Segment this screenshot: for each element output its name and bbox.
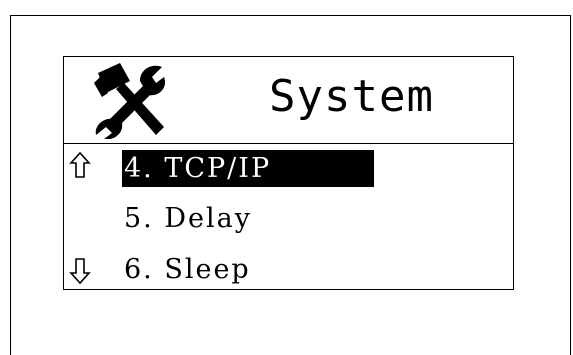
arrow-down-icon[interactable] [69, 257, 91, 285]
menu-item-delay[interactable]: 5. Delay [122, 200, 254, 237]
arrow-up-icon[interactable] [69, 151, 91, 179]
screen-header: System [64, 57, 513, 144]
tools-icon [94, 63, 166, 139]
menu-item-tcp-ip[interactable]: 4. TCP/IP [122, 150, 374, 187]
menu-item-sleep[interactable]: 6. Sleep [122, 251, 253, 288]
lcd-screen: System 4. TCP/IP 5. Delay 6. Sleep [63, 56, 514, 290]
screen-title: System [269, 71, 434, 122]
menu-list: 4. TCP/IP 5. Delay 6. Sleep [64, 145, 513, 290]
